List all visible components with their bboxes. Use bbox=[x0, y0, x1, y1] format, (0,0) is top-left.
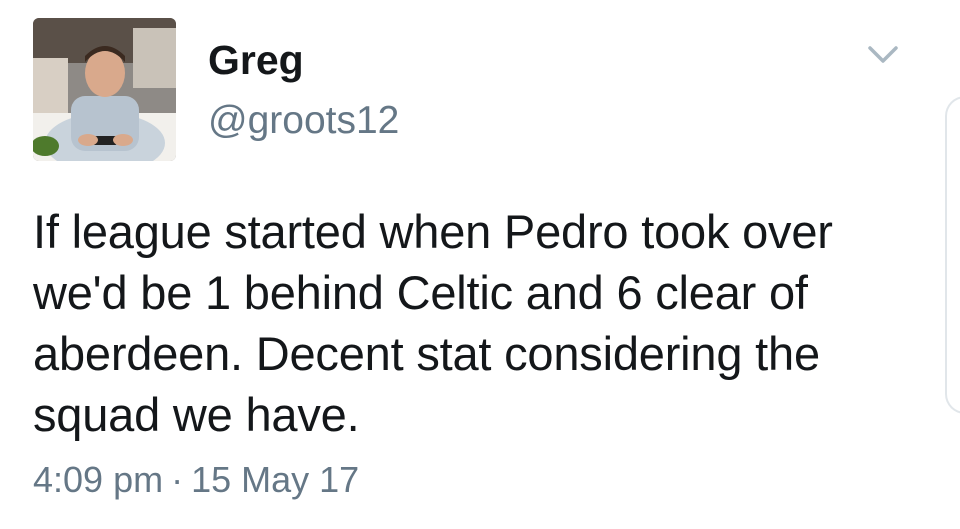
avatar-photo bbox=[33, 18, 176, 161]
tweet-text: If league started when Pedro took over w… bbox=[33, 205, 833, 441]
scroll-edge bbox=[945, 96, 960, 414]
chevron-down-icon[interactable] bbox=[866, 44, 900, 66]
tweet-card: Greg @groots12 If league started when Pe… bbox=[0, 0, 960, 529]
author-name[interactable]: Greg bbox=[208, 40, 304, 81]
avatar[interactable] bbox=[33, 18, 176, 161]
author-handle[interactable]: @groots12 bbox=[208, 101, 399, 140]
tweet-time: 4:09 pm bbox=[33, 459, 164, 500]
timestamp-separator: · bbox=[171, 459, 184, 500]
tweet-date: 15 May 17 bbox=[191, 459, 360, 500]
tweet-timestamp[interactable]: 4:09 pm · 15 May 17 bbox=[33, 462, 359, 498]
